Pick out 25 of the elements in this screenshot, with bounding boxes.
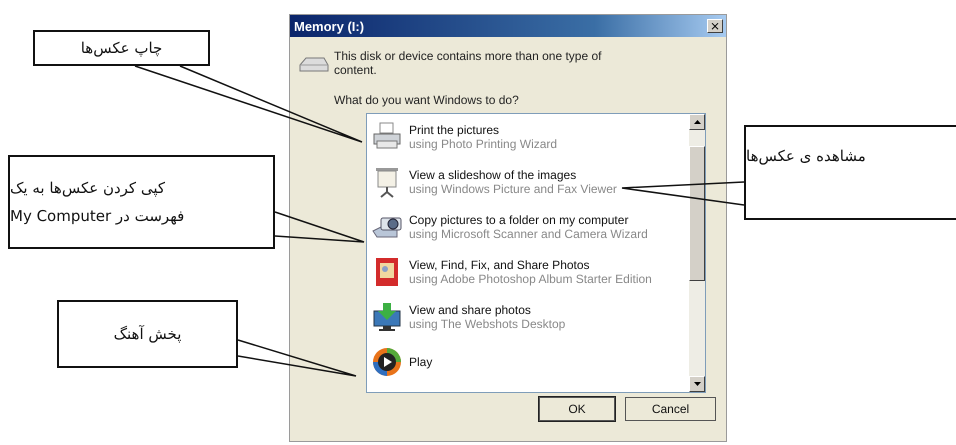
close-button[interactable]: ×: [707, 19, 723, 33]
action-item[interactable]: Copy pictures to a folder on my computer using Microsoft Scanner and Camera Wizard: [367, 204, 689, 249]
callout-text: مشاهده ی عکس‌ها: [746, 147, 866, 165]
window-title: Memory (I:): [294, 18, 364, 34]
ok-button[interactable]: OK: [539, 397, 615, 421]
down-arrow-icon: [694, 382, 700, 386]
message-text: This disk or device contains more than one type of content.: [334, 49, 602, 77]
scroll-down-button[interactable]: [689, 376, 705, 392]
up-arrow-icon: [694, 120, 700, 124]
action-item[interactable]: Print the pictures using Photo Printing Wizard: [367, 114, 689, 159]
action-item[interactable]: Play: [367, 339, 689, 384]
scroll-up-button[interactable]: [689, 114, 705, 130]
media-player-icon: [371, 346, 403, 378]
action-item[interactable]: View and share photos using The Webshots Desktop: [367, 294, 689, 339]
action-item[interactable]: View, Find, Fix, and Share Photos using Adobe Photoshop Album Starter Edition: [367, 249, 689, 294]
callout-text: چاپ عکس‌ها: [80, 39, 162, 57]
callout-text: فهرست در My Computer: [10, 207, 184, 225]
cancel-button[interactable]: Cancel: [625, 397, 716, 421]
monitor-icon: [371, 300, 403, 332]
prompt-text: What do you want Windows to do?: [334, 93, 520, 107]
scrollbar[interactable]: [689, 114, 705, 392]
callout-text: پخش آهنگ: [114, 325, 182, 343]
callout-text: کپی کردن عکس‌ها به یک: [10, 179, 166, 197]
scroll-thumb[interactable]: [689, 146, 705, 281]
action-item[interactable]: View a slideshow of the images using Windows Picture and Fax Viewer: [367, 159, 689, 204]
